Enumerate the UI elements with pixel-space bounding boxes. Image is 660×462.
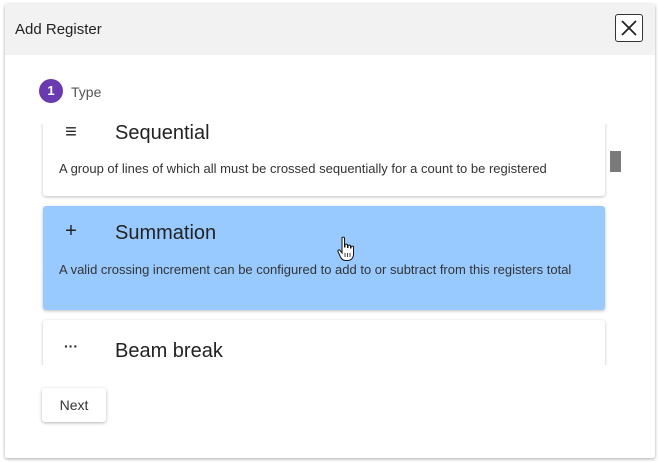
card-description: A group of lines of which all must be cr… xyxy=(59,161,547,176)
card-title: Sequential xyxy=(115,124,210,144)
dialog-header: Add Register xyxy=(5,4,655,55)
dots-icon: ··· xyxy=(64,338,78,354)
register-type-card-beam-break[interactable]: ··· Beam break xyxy=(43,320,605,365)
card-title: Beam break xyxy=(115,340,223,362)
pointer-hand-icon xyxy=(337,236,354,261)
plus-icon: + xyxy=(65,220,77,242)
add-register-dialog: Add Register 1 Type ≡ Sequential A group… xyxy=(5,4,655,458)
step-label: Type xyxy=(71,84,102,100)
register-type-list[interactable]: ≡ Sequential A group of lines of which a… xyxy=(5,124,655,365)
card-title: Summation xyxy=(115,222,217,244)
card-description: A valid crossing increment can be config… xyxy=(59,262,572,277)
step-number-badge: 1 xyxy=(39,79,63,103)
register-type-card-sequential[interactable]: ≡ Sequential A group of lines of which a… xyxy=(43,124,605,196)
scrollbar-thumb[interactable] xyxy=(610,151,621,172)
close-icon xyxy=(621,20,637,36)
lines-icon: ≡ xyxy=(65,124,77,143)
close-button[interactable] xyxy=(615,14,643,42)
dialog-title: Add Register xyxy=(15,21,102,38)
register-type-card-summation[interactable]: + Summation A valid crossing increment c… xyxy=(43,206,605,310)
next-button[interactable]: Next xyxy=(42,388,106,422)
